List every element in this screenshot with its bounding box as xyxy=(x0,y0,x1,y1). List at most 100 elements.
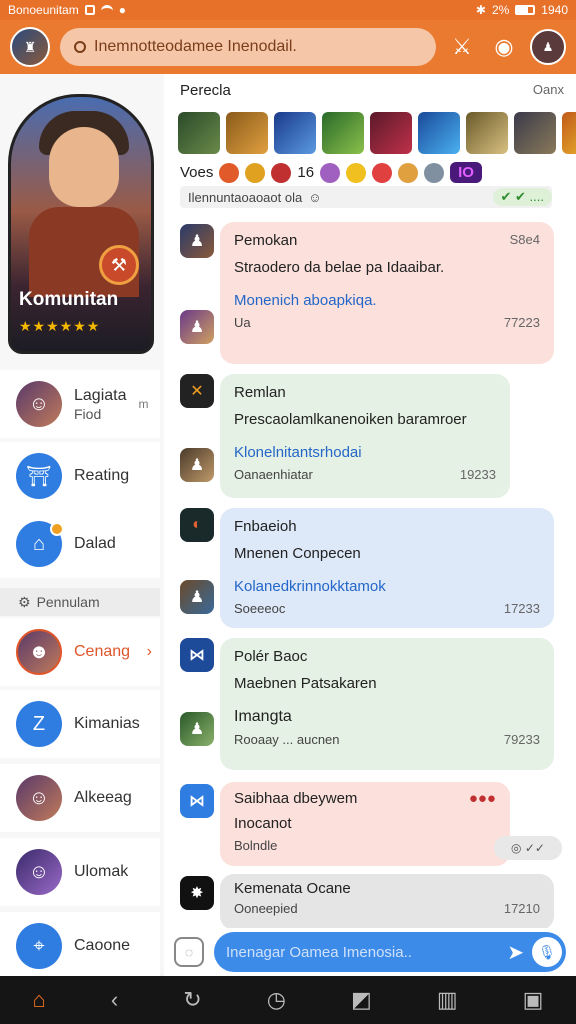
hero-title: Komunitan xyxy=(19,289,119,310)
sidebar-item-alkeeag[interactable]: ☺ Alkeeag xyxy=(0,764,160,832)
game-tile[interactable] xyxy=(322,112,364,154)
message-bubble[interactable]: Pemokan S8e4 Straodero da belae pa Idaai… xyxy=(220,222,554,364)
message-text: Prescaolamlkanenoiken baramroer xyxy=(234,411,467,428)
status-bar: Bonoeunitam ● ✱ 2% 1940 xyxy=(0,0,576,20)
message-bubble[interactable]: Remlan Prescaolamlkanenoiken baramroer K… xyxy=(220,374,510,498)
portrait-icon: ☺ xyxy=(16,849,62,895)
message-text: Inocanot xyxy=(234,815,292,832)
badge-dot xyxy=(50,522,64,536)
chat-header-action[interactable]: Oanx xyxy=(533,82,564,99)
game-tile[interactable] xyxy=(226,112,268,154)
bell-icon: ⛩ xyxy=(16,453,62,499)
message-bubble[interactable]: Polér Baoc Maebnen Patsakaren Imangta Ro… xyxy=(220,638,554,770)
emoji-icon[interactable] xyxy=(219,162,240,183)
message-bubble[interactable]: Fnbaeioh Mnenen Conpecen Kolanedkrinnokk… xyxy=(220,508,554,628)
pin-icon: ⌖ xyxy=(16,923,62,969)
sidebar-item-label: Ulomak xyxy=(74,863,129,881)
avatar[interactable]: ◐ xyxy=(180,508,214,542)
timestamp: 79233 xyxy=(503,732,540,747)
gear-icon: ⚙ xyxy=(18,593,31,610)
sidebar-item-label: Dalad xyxy=(74,535,116,553)
message-footer: Bolndle xyxy=(234,838,278,853)
avatar[interactable]: ✸ xyxy=(180,876,214,910)
message-link[interactable]: Kolanedkrinnokktamok xyxy=(234,578,540,595)
emoji-icon[interactable] xyxy=(320,162,341,183)
timestamp: 17233 xyxy=(503,601,540,616)
game-tile[interactable] xyxy=(514,112,556,154)
avatar[interactable]: ♟ xyxy=(180,448,214,482)
timestamp: 17210 xyxy=(503,901,540,916)
z-logo-icon: Z xyxy=(16,701,62,747)
game-tile[interactable] xyxy=(418,112,460,154)
emoji-icon[interactable] xyxy=(372,162,393,183)
sidebar-item-cenang[interactable]: ☻ Cenang › xyxy=(0,618,160,686)
window-icon[interactable]: ▣ xyxy=(523,987,544,1013)
sidebar-item-sublabel: Fiod xyxy=(74,405,102,422)
sidebar-item-lagiata[interactable]: ☺ Lagiata Fiod m xyxy=(0,370,160,438)
sword-icon[interactable]: ⚔ xyxy=(446,31,478,63)
emoji-icon[interactable] xyxy=(245,162,266,183)
emoji-icon: ●●● xyxy=(468,790,496,807)
avatar[interactable]: ♟ xyxy=(180,224,214,258)
message-subtitle: Imangta xyxy=(234,708,292,725)
more-icon[interactable]: m xyxy=(139,397,149,411)
sidebar-item-ulomak[interactable]: ☺ Ulomak xyxy=(0,838,160,906)
chat-panel: Perecla Oanx Voes 16 IO Ilennuntaoaoaot … xyxy=(164,74,576,974)
avatar[interactable]: ♟ xyxy=(180,310,214,344)
avatar[interactable]: ♟ xyxy=(180,580,214,614)
section-label: Pennulam xyxy=(36,594,100,610)
book-icon[interactable]: ▥ xyxy=(437,987,458,1013)
sidebar-item-label: Alkeeag xyxy=(74,789,132,807)
crop-icon[interactable]: ◩ xyxy=(351,987,372,1013)
game-tile[interactable] xyxy=(562,112,576,154)
message-link[interactable]: Klonelnitantsrhodai xyxy=(234,444,496,461)
sidebar-item-dalad[interactable]: ⌂ Dalad xyxy=(0,510,160,578)
camera-icon[interactable]: ◉ xyxy=(488,31,520,63)
message-bubble[interactable]: Saibhaa dbeywem ●●● Inocanot Bolndle xyxy=(220,782,510,866)
message-input[interactable]: Inenagar Oamea Imenosia.. ➤ 🎙 xyxy=(214,932,566,972)
battery-percent: 2% xyxy=(491,3,510,17)
battery-icon xyxy=(515,5,536,15)
emoji-icon[interactable] xyxy=(346,162,367,183)
reaction-chip[interactable]: ◎ ✓✓ xyxy=(494,836,562,860)
game-tile[interactable] xyxy=(466,112,508,154)
portrait-icon: ☺ xyxy=(16,381,62,427)
clock-time: 1940 xyxy=(541,3,568,17)
sidebar-item-caoone[interactable]: ⌖ Caoone xyxy=(0,912,160,980)
mic-icon[interactable]: 🎙 xyxy=(532,937,562,967)
sender-name: Fnbaeioh xyxy=(234,518,297,535)
bluetooth-icon: ✱ xyxy=(475,3,486,17)
status-text: Bonoeunitam xyxy=(8,3,79,17)
avatar[interactable]: ⋈ xyxy=(180,784,214,818)
back-icon[interactable]: ‹ xyxy=(111,987,118,1013)
emoji-icon[interactable] xyxy=(398,162,419,183)
clock-icon[interactable]: ◷ xyxy=(267,987,286,1013)
home-icon[interactable]: ⌂ xyxy=(33,987,46,1013)
search-placeholder: Inemnotteodamee Inenodail. xyxy=(94,38,297,55)
game-tile[interactable] xyxy=(178,112,220,154)
message-link[interactable]: Monenich aboapkiqa. xyxy=(234,292,540,309)
search-input[interactable]: Inemnotteodamee Inenodail. xyxy=(60,28,436,66)
send-icon[interactable]: ➤ xyxy=(507,940,524,965)
portrait-icon: ☻ xyxy=(16,629,62,675)
game-tiles xyxy=(178,112,576,154)
attach-icon[interactable]: ◌ xyxy=(174,937,204,967)
sidebar-item-kimanias[interactable]: Z Kimanias xyxy=(0,690,160,758)
avatar[interactable]: ⋈ xyxy=(180,638,214,672)
message-bubble[interactable]: Kemenata Ocane Ooneepied 17210 xyxy=(220,874,554,930)
friend-avatar[interactable]: ♟ xyxy=(530,29,566,65)
game-tile[interactable] xyxy=(370,112,412,154)
sidebar-item-label: Kimanias xyxy=(74,715,140,733)
avatar[interactable]: ✕ xyxy=(180,374,214,408)
game-tile[interactable] xyxy=(274,112,316,154)
hero-card[interactable]: ⚒ Komunitan ★★★★★★ xyxy=(8,94,154,354)
refresh-icon[interactable]: ↻ xyxy=(183,987,201,1013)
emoji-icon: ☺ xyxy=(308,189,322,205)
profile-avatar[interactable]: ♜ xyxy=(10,27,50,67)
portrait-icon: ☺ xyxy=(16,775,62,821)
emoji-icon[interactable] xyxy=(424,162,445,183)
timestamp: S8e4 xyxy=(509,232,540,247)
sidebar-item-reating[interactable]: ⛩ Reating xyxy=(0,442,160,510)
avatar[interactable]: ♟ xyxy=(180,712,214,746)
emoji-icon[interactable] xyxy=(271,162,292,183)
